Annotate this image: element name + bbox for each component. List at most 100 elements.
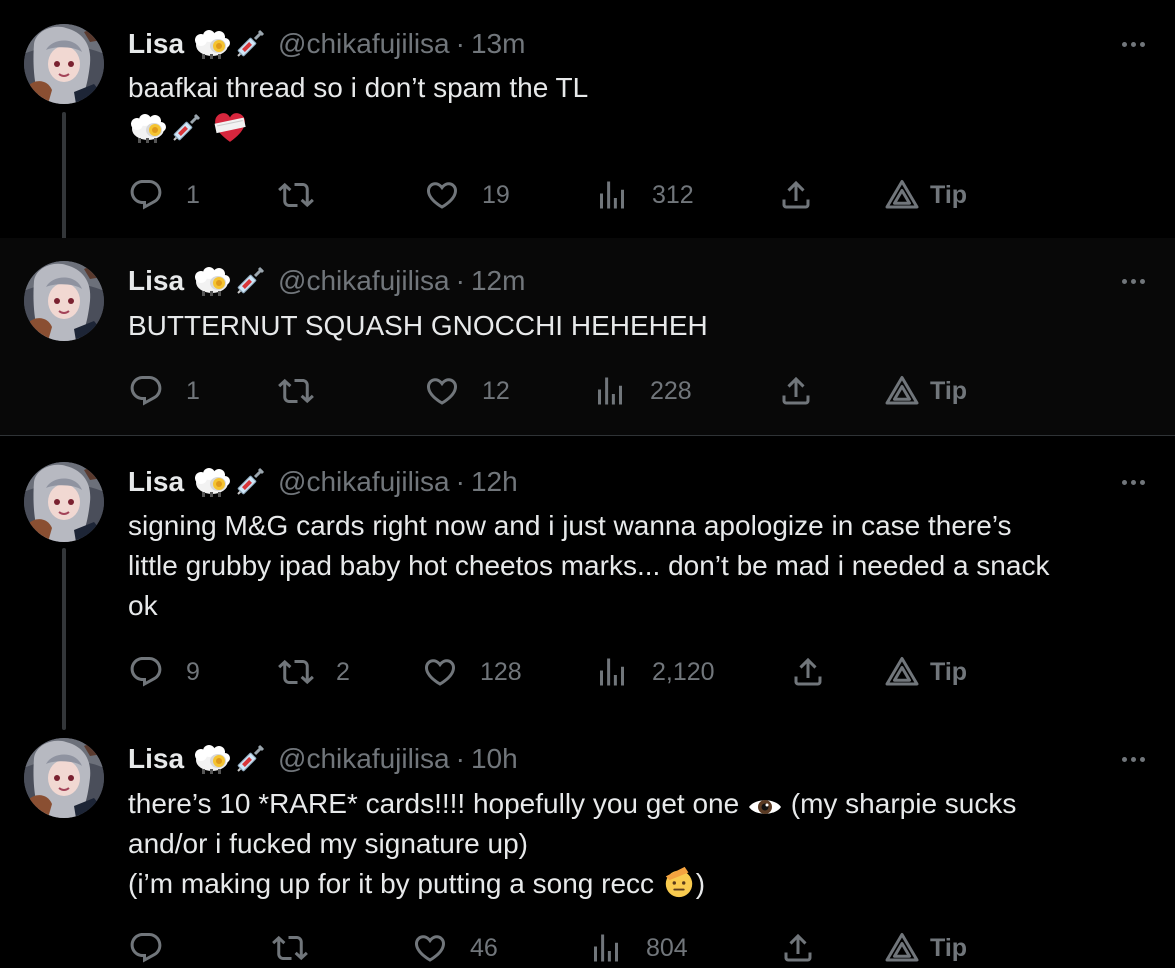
tweet-line: signing M&G cards right now and i just w… xyxy=(128,510,1012,541)
like-button[interactable]: 19 xyxy=(424,175,510,215)
share-button[interactable] xyxy=(778,371,814,411)
more-options-button[interactable] xyxy=(1113,747,1153,771)
tweet-header: Lisa @chikafujilisa · 13m xyxy=(128,26,525,62)
reply-button[interactable]: 1 xyxy=(128,175,200,215)
thread-line xyxy=(62,112,66,252)
retweet-button[interactable] xyxy=(278,371,336,411)
emoji-line xyxy=(128,108,1151,148)
author-handle[interactable]: @chikafujilisa xyxy=(278,265,450,297)
tweet-header: Lisa @chikafujilisa · 12h xyxy=(128,464,518,500)
sheep-icon xyxy=(128,112,168,144)
author-name[interactable]: Lisa xyxy=(128,28,184,60)
heart-icon xyxy=(422,654,458,690)
tweet-header: Lisa @chikafujilisa · 10h xyxy=(128,741,518,777)
views-icon xyxy=(594,654,630,690)
tweet-3[interactable]: Lisa @chikafujilisa · 12h signing M&G ca… xyxy=(0,436,1175,730)
author-handle[interactable]: @chikafujilisa xyxy=(278,466,450,498)
avatar[interactable] xyxy=(24,24,104,104)
avatar[interactable] xyxy=(24,738,104,818)
sheep-icon xyxy=(192,265,232,297)
saluting-face-icon xyxy=(662,865,696,899)
syringe-icon xyxy=(234,28,266,60)
tip-button[interactable]: Tip xyxy=(884,652,967,692)
view-count: 2,120 xyxy=(652,657,715,686)
timestamp[interactable]: 10h xyxy=(471,743,518,775)
reply-icon xyxy=(128,654,164,690)
tip-icon xyxy=(884,654,920,690)
tweet-text: signing M&G cards right now and i just w… xyxy=(128,506,1151,626)
views-button[interactable]: 2,120 xyxy=(594,652,715,692)
retweet-icon xyxy=(272,930,308,966)
like-count: 46 xyxy=(470,933,498,962)
reply-button[interactable]: 9 xyxy=(128,652,200,692)
name-badges xyxy=(192,28,266,60)
share-button[interactable] xyxy=(790,652,826,692)
eye-icon xyxy=(747,795,783,819)
tweet-line: BUTTERNUT SQUASH GNOCCHI HEHEHEH xyxy=(128,310,708,341)
retweet-icon xyxy=(278,654,314,690)
view-count: 228 xyxy=(650,376,692,405)
tweet-line: and/or i fucked my signature up) xyxy=(128,828,528,859)
retweet-button[interactable] xyxy=(272,928,330,968)
tip-label: Tip xyxy=(930,933,968,962)
avatar[interactable] xyxy=(24,261,104,341)
tweet-text-part: there’s 10 *RARE* cards!!!! hopefully yo… xyxy=(128,788,740,819)
author-handle[interactable]: @chikafujilisa xyxy=(278,743,450,775)
tip-button[interactable]: Tip xyxy=(884,371,967,411)
like-count: 12 xyxy=(482,376,510,405)
retweet-button[interactable]: 2 xyxy=(278,652,350,692)
share-icon xyxy=(790,654,826,690)
syringe-icon xyxy=(234,265,266,297)
reply-button[interactable] xyxy=(128,928,186,968)
views-button[interactable]: 312 xyxy=(594,175,694,215)
views-icon xyxy=(588,930,624,966)
name-badges xyxy=(192,743,266,775)
tweet-line: (i’m making up for it by putting a song … xyxy=(128,864,1151,904)
like-button[interactable]: 12 xyxy=(424,371,510,411)
author-name[interactable]: Lisa xyxy=(128,265,184,297)
tip-button[interactable]: Tip xyxy=(884,928,967,968)
tweet-text: BUTTERNUT SQUASH GNOCCHI HEHEHEH xyxy=(128,306,1151,346)
tweet-actions: 9 2 128 2,120 Tip xyxy=(128,652,988,692)
reply-icon xyxy=(128,177,164,213)
author-name[interactable]: Lisa xyxy=(128,466,184,498)
views-button[interactable]: 804 xyxy=(588,928,688,968)
timestamp[interactable]: 12h xyxy=(471,466,518,498)
tweet-4[interactable]: Lisa @chikafujilisa · 10h there’s 10 *RA… xyxy=(0,716,1175,968)
share-icon xyxy=(780,930,816,966)
share-icon xyxy=(778,373,814,409)
author-name[interactable]: Lisa xyxy=(128,743,184,775)
tweet-1[interactable]: Lisa @chikafujilisa · 13m baafkai thread… xyxy=(0,0,1175,252)
separator-dot: · xyxy=(455,28,465,59)
heart-icon xyxy=(424,177,460,213)
avatar[interactable] xyxy=(24,462,104,542)
reply-button[interactable]: 1 xyxy=(128,371,200,411)
retweet-icon xyxy=(278,177,314,213)
tweet-2[interactable]: Lisa @chikafujilisa · 12m BUTTERNUT SQUA… xyxy=(0,238,1175,435)
more-options-button[interactable] xyxy=(1113,470,1153,494)
share-button[interactable] xyxy=(778,175,814,215)
share-button[interactable] xyxy=(780,928,816,968)
syringe-icon xyxy=(234,743,266,775)
more-options-button[interactable] xyxy=(1113,32,1153,56)
timestamp[interactable]: 12m xyxy=(471,265,525,297)
views-button[interactable]: 228 xyxy=(592,371,692,411)
reply-count: 9 xyxy=(186,657,200,686)
tip-button[interactable]: Tip xyxy=(884,175,967,215)
author-handle[interactable]: @chikafujilisa xyxy=(278,28,450,60)
sheep-icon xyxy=(192,743,232,775)
tweet-text-part: ) xyxy=(695,868,706,899)
like-count: 19 xyxy=(482,180,510,209)
syringe-icon xyxy=(170,112,202,144)
retweet-button[interactable] xyxy=(278,175,336,215)
timestamp[interactable]: 13m xyxy=(471,28,525,60)
tweet-actions: 46 804 Tip xyxy=(128,928,988,968)
more-options-button[interactable] xyxy=(1113,269,1153,293)
tweet-text: there’s 10 *RARE* cards!!!! hopefully yo… xyxy=(128,784,1151,904)
tweet-text: baafkai thread so i don’t spam the TL xyxy=(128,68,1151,148)
tweet-line: ok xyxy=(128,590,158,621)
like-button[interactable]: 128 xyxy=(422,652,522,692)
like-button[interactable]: 46 xyxy=(412,928,498,968)
thread-line xyxy=(62,548,66,730)
tweet-line: baafkai thread so i don’t spam the TL xyxy=(128,72,589,103)
